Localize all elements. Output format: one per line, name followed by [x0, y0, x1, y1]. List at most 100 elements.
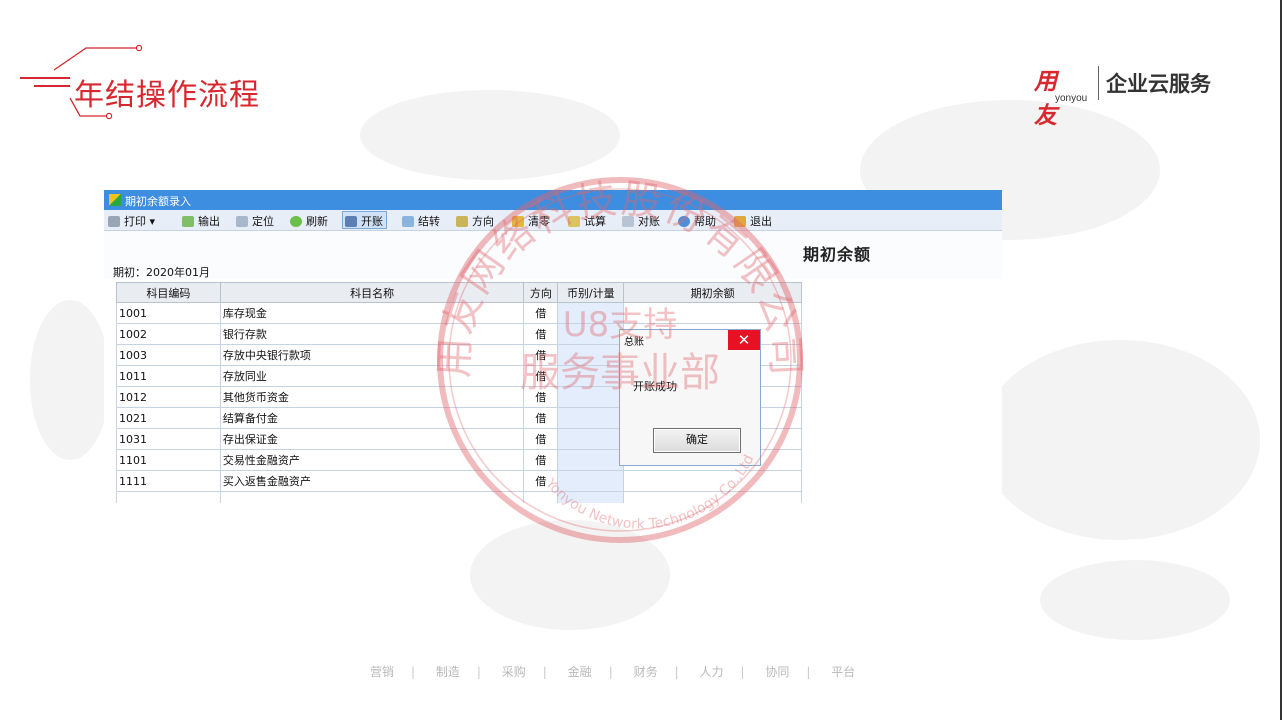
world-map-background: [1040, 560, 1230, 640]
printer-icon: [108, 216, 120, 227]
currency-cell[interactable]: [557, 407, 625, 429]
world-map-background: [980, 340, 1260, 540]
window-title: 期初余额录入: [125, 195, 191, 208]
logo-wordmark: 用友: [1034, 69, 1057, 129]
balance-direction: 借: [523, 449, 559, 471]
toolbar-trial-balance-label: 试算: [584, 215, 606, 228]
toolbar-open-account-label: 开账: [361, 215, 383, 228]
column-header[interactable]: 科目名称: [219, 282, 525, 303]
toolbar-locate-button[interactable]: 定位: [236, 213, 274, 228]
account-name: 存出保证金: [219, 428, 525, 450]
toolbar: 打印 ▾ 输出 定位 刷新 开账 结转 方向 清零 试算 对账 帮助 退出: [104, 210, 1002, 231]
toolbar-clear-button[interactable]: 清零: [512, 213, 550, 228]
footer-separator: |: [542, 665, 547, 679]
carry-forward-icon: [402, 216, 414, 227]
toolbar-direction-button[interactable]: 方向: [456, 213, 494, 228]
reconcile-icon: [622, 216, 634, 227]
table-row[interactable]: [116, 491, 802, 503]
toolbar-export-button[interactable]: 输出: [182, 213, 220, 228]
footer-separator: |: [608, 665, 613, 679]
currency-cell[interactable]: [557, 428, 625, 450]
world-map-background: [30, 300, 110, 460]
currency-cell[interactable]: [557, 470, 625, 492]
table-row[interactable]: 1111 买入返售金融资产借: [116, 470, 802, 492]
account-code: 1001: [116, 302, 221, 324]
column-header[interactable]: 科目编码: [116, 282, 221, 303]
toolbar-open-account-button[interactable]: 开账: [342, 211, 387, 229]
account-name: 其他货币资金: [219, 386, 525, 408]
column-header[interactable]: 币别/计量: [557, 282, 625, 303]
toolbar-refresh-button[interactable]: 刷新: [290, 213, 328, 228]
balance-direction: 借: [523, 365, 559, 387]
close-icon[interactable]: ✕: [728, 330, 760, 350]
footer-item: 协同: [765, 665, 790, 679]
account-name: 存放同业: [219, 365, 525, 387]
toolbar-reconcile-label: 对账: [638, 215, 660, 228]
footer-separator: |: [476, 665, 481, 679]
opening-balance-cell[interactable]: [623, 491, 802, 503]
chevron-down-icon[interactable]: ▾: [150, 215, 156, 228]
balance-direction: 借: [523, 344, 559, 366]
account-name: 交易性金融资产: [219, 449, 525, 471]
logo-divider: [1098, 66, 1099, 100]
account-code: 1011: [116, 365, 221, 387]
column-header[interactable]: 期初余额: [623, 282, 802, 303]
ok-button[interactable]: 确定: [653, 428, 741, 453]
toolbar-trial-balance-button[interactable]: 试算: [568, 213, 606, 228]
balance-direction: 借: [523, 386, 559, 408]
currency-cell[interactable]: [557, 302, 625, 324]
toolbar-print-button[interactable]: 打印 ▾: [108, 213, 155, 228]
footer-separator: |: [740, 665, 745, 679]
column-header[interactable]: 方向: [523, 282, 559, 303]
toolbar-reconcile-button[interactable]: 对账: [622, 213, 660, 228]
toolbar-help-button[interactable]: 帮助: [678, 213, 716, 228]
account-code: 1002: [116, 323, 221, 345]
dialog-message: 开账成功: [633, 380, 677, 393]
account-code: 1031: [116, 428, 221, 450]
account-code: 1003: [116, 344, 221, 366]
toolbar-export-label: 输出: [198, 215, 220, 228]
toolbar-carry-forward-button[interactable]: 结转: [402, 213, 440, 228]
account-code: 1012: [116, 386, 221, 408]
opening-balance-cell[interactable]: [623, 302, 802, 324]
currency-cell[interactable]: [557, 365, 625, 387]
footer-item: 平台: [831, 665, 856, 679]
balance-direction: 借: [523, 428, 559, 450]
currency-cell[interactable]: [557, 491, 625, 503]
footer-item: 采购: [501, 665, 526, 679]
toolbar-locate-label: 定位: [252, 215, 274, 228]
balance-direction: [523, 491, 559, 503]
account-name: 结算备付金: [219, 407, 525, 429]
footer-item: 财务: [633, 665, 658, 679]
footer-separator: |: [411, 665, 416, 679]
currency-cell[interactable]: [557, 323, 625, 345]
logo-subtext: yonyou: [1055, 93, 1088, 104]
account-name: [219, 491, 525, 503]
toolbar-clear-label: 清零: [528, 215, 550, 228]
direction-icon: [456, 216, 468, 227]
slide-title: 年结操作流程: [74, 78, 260, 113]
toolbar-direction-label: 方向: [472, 215, 494, 228]
toolbar-exit-button[interactable]: 退出: [734, 213, 772, 228]
table-row[interactable]: 1001 库存现金借: [116, 302, 802, 324]
footer-item: 制造: [435, 665, 460, 679]
balance-direction: 借: [523, 407, 559, 429]
balance-direction: 借: [523, 470, 559, 492]
refresh-icon: [290, 216, 302, 227]
account-name: 存放中央银行款项: [219, 344, 525, 366]
opening-balance-cell[interactable]: [623, 470, 802, 492]
account-name: 银行存款: [219, 323, 525, 345]
toolbar-print-label: 打印: [124, 215, 146, 228]
ledger-message-dialog: 总账 ✕ 开账成功 确定: [619, 329, 761, 466]
logo-tagline: 企业云服务: [1106, 72, 1211, 96]
currency-cell[interactable]: [557, 386, 625, 408]
opening-balance-window: 期初余额录入 打印 ▾ 输出 定位 刷新 开账 结转 方向 清零 试算 对账 帮…: [104, 190, 1002, 503]
currency-cell[interactable]: [557, 449, 625, 471]
app-icon: [109, 194, 121, 206]
clear-icon: [512, 216, 524, 227]
dialog-title: 总账: [624, 337, 644, 348]
period-label: 期初：2020年01月: [113, 266, 210, 279]
trial-balance-icon: [568, 216, 580, 227]
balance-heading: 期初余额: [803, 245, 872, 264]
currency-cell[interactable]: [557, 344, 625, 366]
